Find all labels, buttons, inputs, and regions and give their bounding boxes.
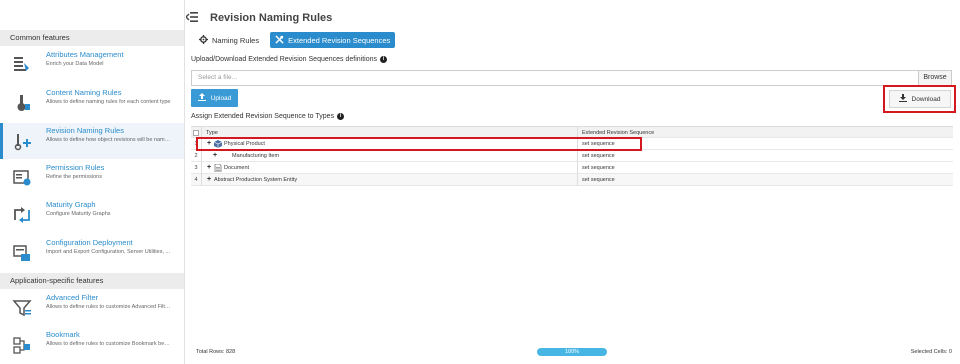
filter-icon — [8, 294, 36, 322]
file-input[interactable]: Select a file... — [191, 70, 923, 86]
sidebar-item-desc: Allows to define rules to customize Adva… — [46, 304, 171, 310]
section-header-app-specific: Application-specific features — [0, 273, 184, 289]
tab-bar: Naming Rules Extended Revision Sequences — [194, 32, 396, 48]
sequence-cell[interactable]: set sequence — [577, 162, 953, 174]
sidebar-item-title: Content Naming Rules — [46, 88, 122, 97]
sidebar-item-title: Configuration Deployment — [46, 238, 133, 247]
physical-product-highlight — [196, 137, 642, 151]
download-button-label: Download — [911, 95, 941, 103]
attributes-icon — [8, 51, 36, 79]
sidebar-item-desc: Allows to define how object revisions wi… — [46, 137, 171, 143]
deployment-icon — [8, 239, 36, 267]
assign-section-label: Assign Extended Revision Sequence to Typ… — [191, 113, 345, 120]
type-cell: + Abstract Production System Entity — [201, 174, 577, 186]
sidebar-item-attributes[interactable]: Attributes Management Enrich your Data M… — [0, 47, 184, 83]
download-button[interactable]: Download — [888, 90, 951, 108]
sidebar-item-title: Permission Rules — [46, 163, 105, 172]
expand-icon[interactable]: + — [206, 176, 212, 183]
sidebar: Common features Attributes Management En… — [0, 0, 185, 364]
sidebar-item-maturity-graph[interactable]: Maturity Graph Configure Maturity Graphs — [0, 197, 184, 233]
tab-naming-rules[interactable]: Naming Rules — [194, 32, 264, 48]
bookmark-icon — [8, 331, 36, 359]
grid-footer: Total Rows: 828 100% Selected Cells: 0 — [186, 344, 960, 364]
type-name: Abstract Production System Entity — [214, 177, 298, 183]
browse-button[interactable]: Browse — [918, 70, 952, 86]
tab-label: Extended Revision Sequences — [288, 35, 391, 45]
upload-icon — [197, 93, 206, 103]
selected-cells: Selected Cells: 0 — [910, 349, 952, 355]
total-rows: Total Rows: 828 — [196, 349, 236, 355]
table-row[interactable]: 4 + Abstract Production System Entity se… — [191, 174, 953, 186]
upload-button-label: Upload — [210, 94, 232, 102]
maturity-graph-icon — [8, 201, 36, 229]
upload-label-text: Upload/Download Extended Revision Sequen… — [191, 56, 378, 63]
page-title: Revision Naming Rules — [210, 12, 333, 24]
tab-extended-revision-sequences[interactable]: Extended Revision Sequences — [270, 32, 396, 48]
permission-icon — [8, 164, 36, 192]
document-icon — [214, 163, 222, 173]
info-icon[interactable]: i — [380, 56, 388, 63]
expand-icon[interactable]: + — [206, 164, 212, 171]
sidebar-item-revision-naming[interactable]: Revision Naming Rules Allows to define h… — [0, 123, 184, 159]
section-header-common: Common features — [0, 30, 184, 46]
sidebar-item-permission[interactable]: Permission Rules Refine the permissions — [0, 160, 184, 196]
sidebar-item-deployment[interactable]: Configuration Deployment Import and Expo… — [0, 235, 184, 271]
sidebar-item-title: Revision Naming Rules — [46, 126, 124, 135]
row-number: 3 — [194, 165, 198, 171]
sidebar-item-title: Maturity Graph — [46, 200, 96, 209]
sidebar-item-title: Bookmark — [46, 330, 80, 339]
topbar: Revision Naming Rules — [185, 0, 960, 30]
download-highlight: Download — [883, 85, 956, 113]
types-grid: Type Extended Revision Sequence 1 + Phys… — [191, 126, 953, 186]
collapse-sidebar-icon[interactable] — [185, 11, 198, 23]
sidebar-item-desc: Allows to define rules to customize Book… — [46, 341, 171, 347]
select-all-checkbox[interactable] — [193, 130, 199, 136]
sidebar-item-content-naming[interactable]: Content Naming Rules Allows to define na… — [0, 85, 184, 121]
sidebar-item-desc: Import and Export Configuration, Server … — [46, 249, 171, 255]
sidebar-item-title: Advanced Filter — [46, 293, 99, 302]
expand-icon[interactable]: + — [212, 152, 218, 159]
sidebar-item-advanced-filter[interactable]: Advanced Filter Allows to define rules t… — [0, 290, 184, 326]
sidebar-item-desc: Allows to define naming rules for each c… — [46, 99, 171, 105]
main-panel: Revision Naming Rules Naming Rules Exten… — [185, 0, 960, 364]
sequence-cell[interactable]: set sequence — [577, 150, 953, 162]
table-row[interactable]: 2 + Manufacturing Item set sequence — [191, 150, 953, 162]
gear-icon — [199, 34, 208, 46]
info-icon[interactable]: i — [337, 113, 345, 120]
sidebar-item-desc: Refine the permissions — [46, 174, 102, 180]
row-number: 4 — [194, 177, 198, 183]
sidebar-item-title: Attributes Management — [46, 50, 124, 59]
table-row[interactable]: 3 + Document set sequence — [191, 162, 953, 174]
download-icon — [898, 94, 907, 104]
type-cell: + Manufacturing Item — [201, 150, 577, 162]
active-indicator — [0, 123, 3, 159]
content-naming-icon — [8, 89, 36, 117]
sidebar-item-bookmark[interactable]: Bookmark Allows to define rules to custo… — [0, 327, 184, 363]
upload-button[interactable]: Upload — [191, 89, 238, 107]
sequence-cell[interactable]: set sequence — [577, 174, 953, 186]
sidebar-item-desc: Enrich your Data Model — [46, 61, 104, 67]
assign-label-text: Assign Extended Revision Sequence to Typ… — [191, 113, 335, 120]
type-cell: + Document — [201, 162, 577, 174]
tools-icon — [275, 34, 284, 46]
tab-label: Naming Rules — [212, 35, 260, 45]
type-name: Manufacturing Item — [232, 153, 280, 159]
revision-naming-icon — [8, 127, 36, 155]
row-number: 2 — [194, 153, 198, 159]
sidebar-item-desc: Configure Maturity Graphs — [46, 211, 111, 217]
type-name: Document — [224, 165, 250, 171]
upload-section-label: Upload/Download Extended Revision Sequen… — [191, 56, 388, 63]
progress-bar: 100% — [537, 348, 607, 356]
